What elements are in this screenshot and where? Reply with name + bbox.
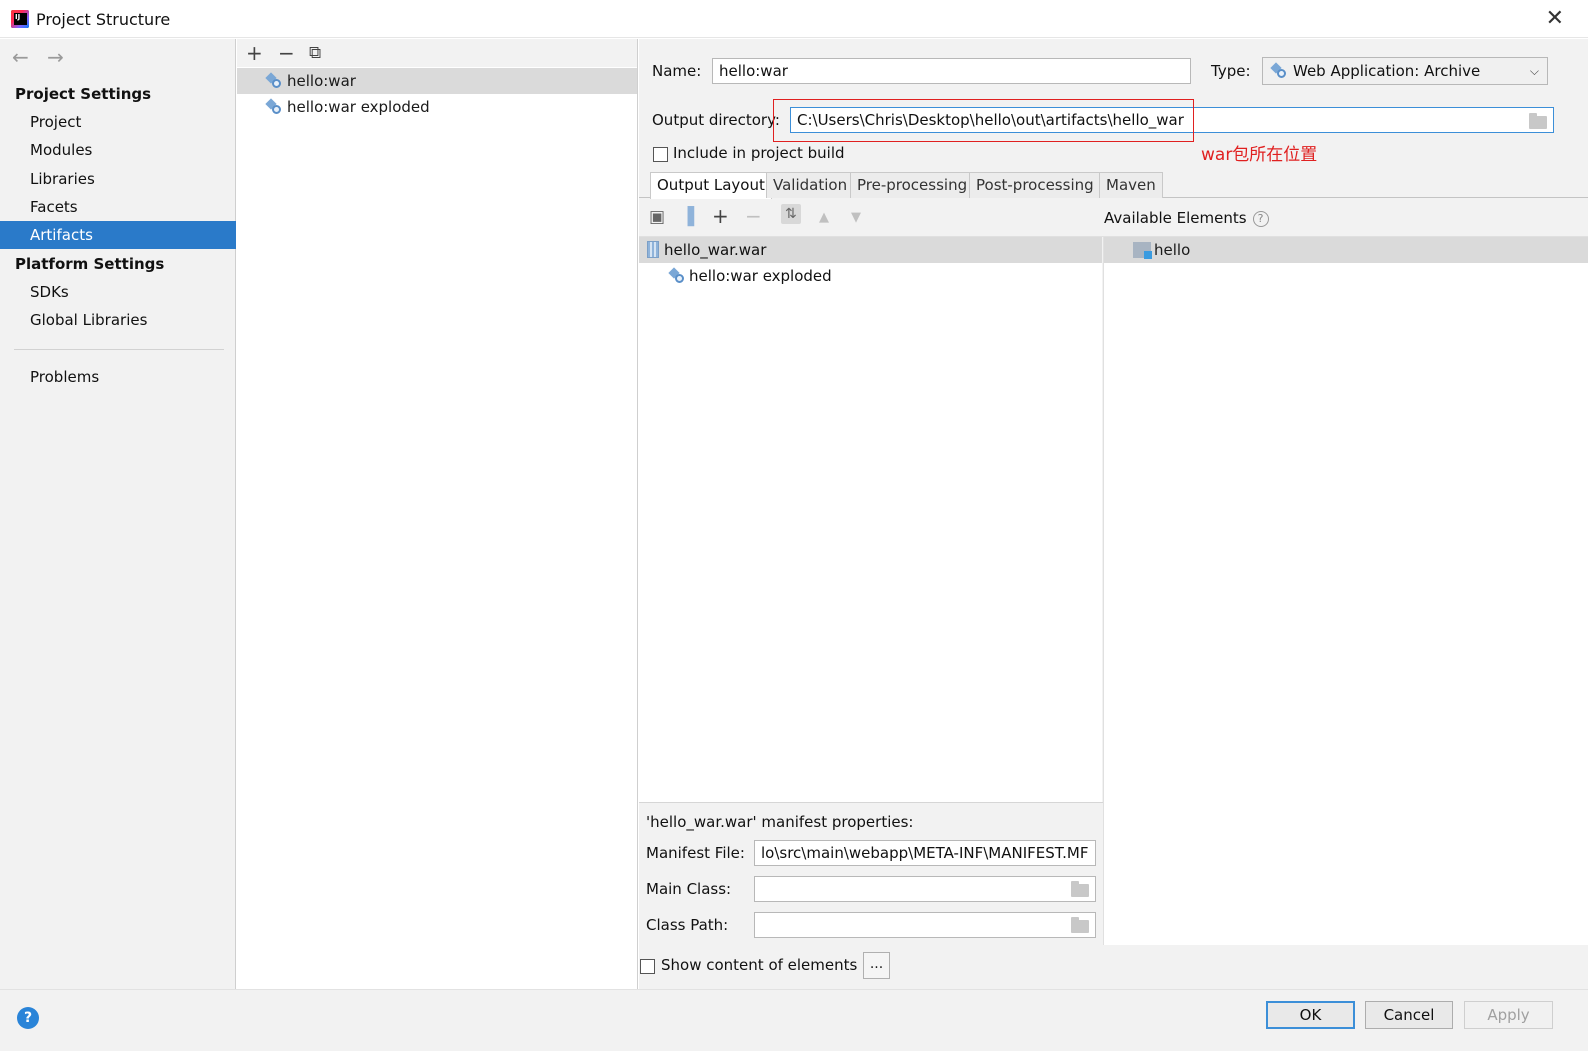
- available-item-label: hello: [1154, 241, 1191, 259]
- output-layout-panel: ▣ ▐ + − ⇅ ▲ ▼ Available Elements? hello_…: [639, 199, 1588, 989]
- tab-post-processing[interactable]: Post-processing: [969, 172, 1101, 198]
- available-elements-heading: Available Elements?: [1104, 209, 1269, 227]
- platform-settings-heading: Platform Settings: [15, 255, 165, 273]
- move-up-icon[interactable]: ▲: [819, 210, 829, 225]
- detail-tabs: Output Layout Validation Pre-processing …: [639, 172, 1588, 199]
- forward-arrow-icon[interactable]: →: [47, 45, 64, 69]
- name-field[interactable]: hello:war: [712, 58, 1191, 84]
- main-class-field[interactable]: [754, 876, 1096, 902]
- class-path-label: Class Path:: [646, 916, 729, 934]
- module-folder-icon: [1133, 242, 1152, 259]
- dialog-footer: ? OK Cancel Apply: [0, 989, 1588, 1051]
- manifest-properties-panel: 'hello_war.war' manifest properties: Man…: [639, 802, 1103, 945]
- web-artifact-icon: [668, 267, 685, 284]
- window-title: Project Structure: [36, 10, 171, 29]
- tree-item-hello-war-exploded[interactable]: hello:war exploded: [639, 263, 1102, 289]
- tree-item-label: hello_war.war: [664, 241, 767, 259]
- show-content-label: Show content of elements: [661, 956, 858, 974]
- folder-browse-icon[interactable]: [1071, 917, 1089, 933]
- project-settings-heading: Project Settings: [15, 85, 152, 103]
- include-in-build-label: Include in project build: [673, 144, 845, 162]
- help-icon[interactable]: ?: [1252, 211, 1269, 227]
- artifact-item-hello-war[interactable]: hello:war: [237, 68, 637, 94]
- artifacts-list-panel: + − ⧉ hello:war hello:war exploded: [237, 39, 638, 989]
- sort-elements-icon[interactable]: ⇅: [781, 204, 801, 224]
- artifacts-toolbar: + − ⧉: [237, 39, 637, 67]
- add-copy-icon[interactable]: +: [712, 204, 729, 228]
- web-artifact-icon: [265, 98, 282, 115]
- sidebar-item-sdks[interactable]: SDKs: [0, 278, 236, 306]
- artifact-label: hello:war: [287, 72, 356, 90]
- help-icon[interactable]: ?: [17, 1007, 39, 1029]
- available-item-hello[interactable]: hello: [1104, 237, 1588, 263]
- tab-pre-processing[interactable]: Pre-processing: [850, 172, 975, 198]
- sidebar-item-libraries[interactable]: Libraries: [0, 165, 236, 193]
- settings-sidebar: ← → Project Settings Project Modules Lib…: [0, 39, 236, 989]
- tab-validation[interactable]: Validation: [766, 172, 855, 198]
- web-artifact-icon: [265, 72, 282, 89]
- cancel-button[interactable]: Cancel: [1365, 1001, 1453, 1029]
- sidebar-item-facets[interactable]: Facets: [0, 193, 236, 221]
- artifact-details-panel: Name: hello:war Type: Web Application: A…: [639, 39, 1588, 989]
- available-elements-tree: hello: [1103, 237, 1588, 945]
- ok-button[interactable]: OK: [1266, 1001, 1355, 1029]
- sidebar-item-artifacts[interactable]: Artifacts: [0, 221, 236, 249]
- sidebar-item-project[interactable]: Project: [0, 108, 236, 136]
- folder-browse-icon[interactable]: [1071, 881, 1089, 897]
- war-archive-icon: [647, 241, 659, 258]
- output-layout-tree: hello_war.war hello:war exploded: [639, 237, 1102, 802]
- type-select-value: Web Application: Archive: [1293, 62, 1481, 80]
- manifest-heading: 'hello_war.war' manifest properties:: [646, 813, 914, 831]
- type-select[interactable]: Web Application: Archive ⌵: [1262, 57, 1548, 85]
- include-in-build-checkbox[interactable]: [653, 147, 668, 162]
- sidebar-item-problems[interactable]: Problems: [0, 363, 236, 391]
- name-label: Name:: [652, 62, 702, 80]
- folder-browse-icon[interactable]: [1529, 113, 1547, 129]
- show-content-options-button[interactable]: ...: [863, 952, 890, 979]
- move-down-icon[interactable]: ▼: [851, 210, 861, 225]
- create-archive-icon[interactable]: ▐: [681, 207, 694, 227]
- chevron-down-icon: ⌵: [1529, 64, 1539, 78]
- manifest-file-label: Manifest File:: [646, 844, 745, 862]
- new-directory-icon[interactable]: ▣: [649, 207, 665, 227]
- output-directory-label: Output directory:: [652, 111, 780, 129]
- artifact-label: hello:war exploded: [287, 98, 430, 116]
- web-artifact-icon: [1270, 62, 1287, 79]
- artifact-item-hello-war-exploded[interactable]: hello:war exploded: [237, 94, 637, 120]
- layout-toolbar: ▣ ▐ + − ⇅ ▲ ▼ Available Elements?: [639, 199, 1588, 237]
- remove-icon[interactable]: −: [278, 41, 295, 65]
- close-icon[interactable]: ✕: [1546, 6, 1564, 31]
- title-bar: Project Structure ✕: [0, 0, 1588, 38]
- tab-maven[interactable]: Maven: [1099, 172, 1163, 198]
- remove-element-icon[interactable]: −: [745, 204, 762, 228]
- intellij-icon: [11, 10, 29, 28]
- tree-item-label: hello:war exploded: [689, 267, 832, 285]
- copy-icon[interactable]: ⧉: [309, 43, 321, 63]
- apply-button[interactable]: Apply: [1464, 1001, 1553, 1029]
- sidebar-item-modules[interactable]: Modules: [0, 136, 236, 164]
- tree-item-hello-war-war[interactable]: hello_war.war: [639, 237, 1102, 263]
- class-path-field[interactable]: [754, 912, 1096, 938]
- tab-output-layout[interactable]: Output Layout: [650, 172, 772, 199]
- add-icon[interactable]: +: [246, 41, 263, 65]
- annotation-highlight-box: [773, 99, 1194, 142]
- back-arrow-icon[interactable]: ←: [12, 45, 29, 69]
- annotation-text: war包所在位置: [1201, 145, 1318, 165]
- manifest-file-field[interactable]: lo\src\main\webapp\META-INF\MANIFEST.MF: [754, 840, 1096, 866]
- sidebar-item-global-libraries[interactable]: Global Libraries: [0, 306, 236, 334]
- show-content-checkbox[interactable]: [640, 959, 655, 974]
- main-class-label: Main Class:: [646, 880, 732, 898]
- type-label: Type:: [1211, 62, 1251, 80]
- sidebar-divider: [14, 349, 224, 350]
